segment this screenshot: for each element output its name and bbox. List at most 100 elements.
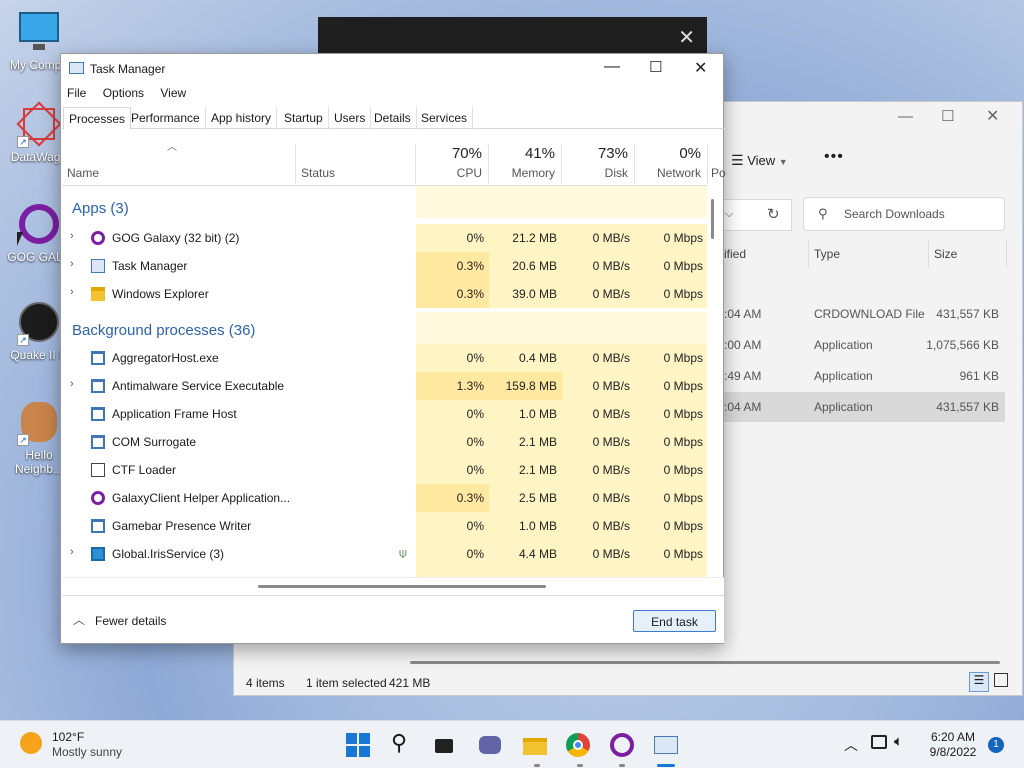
view-menu-button[interactable]: ☰ View ▼ [731,152,788,169]
table-row[interactable]: COM Surrogate 0% 2.1 MB 0 MB/s 0 Mbps [62,428,707,456]
file-row[interactable]: :04 AM CRDOWNLOAD File 431,557 KB [722,299,1005,329]
menu-options[interactable]: Options [103,86,144,100]
table-row[interactable]: › Windows Explorer 0.3% 39.0 MB 0 MB/s 0… [62,280,707,308]
chevron-right-icon[interactable]: › [70,258,74,270]
menu-view[interactable]: View [160,86,186,100]
chevron-right-icon[interactable]: › [70,546,74,558]
gog-galaxy-icon[interactable] [610,733,634,757]
window-app-icon [91,519,105,533]
horizontal-scrollbar[interactable] [62,577,724,595]
close-icon[interactable]: ✕ [986,106,999,126]
table-row[interactable]: › Global.IrisService (3) ⍦ 0% 4.4 MB 0 M… [62,540,707,568]
column-header-name[interactable]: Name [67,166,99,180]
column-header-status[interactable]: Status [301,166,335,180]
column-header-cpu[interactable]: CPU [416,166,482,180]
selection-count: 1 item selected [306,676,387,690]
end-task-button[interactable]: End task [633,610,716,632]
clock[interactable]: 6:20 AM 9/8/2022 [918,730,988,760]
task-view-icon[interactable] [433,733,457,757]
tab-app-history[interactable]: App history [206,107,278,129]
table-row[interactable]: › Task Manager 0.3% 20.6 MB 0 MB/s 0 Mbp… [62,252,707,280]
chevron-up-icon[interactable]: ︿ [844,735,858,755]
table-row[interactable]: AggregatorHost.exe 0% 0.4 MB 0 MB/s 0 Mb… [62,344,707,372]
volume-icon[interactable]: 🔈︎ [894,733,903,750]
gog-galaxy-icon [17,204,61,248]
task-manager-icon [69,62,84,74]
cpu-total: 70% [451,145,482,162]
column-header-network[interactable]: Network [635,166,701,180]
weather-condition: Mostly sunny [52,745,123,759]
file-row[interactable]: :49 AM Application 961 KB [722,361,1005,391]
tab-users[interactable]: Users [329,107,372,129]
chevron-right-icon[interactable]: › [70,230,74,242]
folder-icon [91,287,105,301]
chat-icon[interactable] [478,733,502,757]
chevron-right-icon[interactable]: › [70,286,74,298]
clock-date: 9/8/2022 [929,745,977,759]
tab-processes[interactable]: Processes [63,107,132,130]
window-title: Task Manager [90,62,166,76]
column-header-memory[interactable]: Memory [489,166,555,180]
monitor-icon [17,12,61,56]
chrome-icon[interactable] [566,733,590,757]
vertical-scrollbar[interactable] [711,199,714,239]
table-row[interactable]: › GOG Galaxy (32 bit) (2) 0% 21.2 MB 0 M… [62,224,707,252]
clock-time: 6:20 AM [930,730,976,744]
column-header-modified[interactable]: ified [724,247,746,261]
minimize-icon[interactable]: — [898,108,913,125]
menu-bar: File Options View [67,86,199,100]
minimize-icon[interactable]: — [604,58,620,76]
maximize-icon[interactable]: ☐ [941,107,954,125]
taskbar: 102°F Mostly sunny ⚲ ︿ 🔈︎ 6:20 AM 9/8/20… [0,720,1024,768]
search-icon[interactable]: ⚲ [391,730,415,755]
weather-temp: 102°F [52,730,85,744]
start-windows-icon[interactable] [346,733,370,757]
memory-total: 41% [524,145,555,162]
tab-details[interactable]: Details [369,107,417,129]
close-icon[interactable]: ✕ [694,58,707,78]
notification-badge[interactable]: 1 [988,737,1004,753]
window-app-icon [91,407,105,421]
file-explorer-icon[interactable] [523,733,547,757]
table-row[interactable]: CTF Loader 0% 2.1 MB 0 MB/s 0 Mbps [62,456,707,484]
process-list: Apps (3) › GOG Galaxy (32 bit) (2) 0% 21… [62,186,707,577]
sort-ascending-icon[interactable]: ︿ [167,138,177,153]
fewer-details-button[interactable]: Fewer details [95,614,166,628]
table-row[interactable]: GalaxyClient Helper Application... 0.3% … [62,484,707,512]
ctf-loader-icon [91,463,105,477]
table-row[interactable]: Gamebar Presence Writer 0% 1.0 MB 0 MB/s… [62,512,707,540]
tab-services[interactable]: Services [416,107,474,129]
address-bar[interactable]: ⌵ ↻ [722,199,792,231]
file-row[interactable]: :00 AM Application 1,075,566 KB [722,330,1005,360]
tab-performance[interactable]: Performance [126,107,206,129]
menu-file[interactable]: File [67,86,86,100]
tab-startup[interactable]: Startup [279,107,329,129]
horizontal-scrollbar[interactable] [410,661,1000,664]
column-header-type[interactable]: Type [814,247,840,261]
more-options-icon[interactable]: ••• [824,148,844,166]
details-view-icon[interactable]: ☰ [969,672,989,692]
table-row[interactable]: › Antimalware Service Executable 1.3% 15… [62,372,707,400]
quake-icon: ↗ [17,302,61,346]
tiles-view-icon[interactable] [994,673,1008,687]
chevron-down-icon: ⌵ [725,208,734,220]
footer-bar: ︿ Fewer details End task [62,595,724,643]
task-manager-icon[interactable] [654,733,678,757]
selection-size: 421 MB [389,676,431,690]
chevron-right-icon[interactable]: › [70,378,74,390]
close-icon[interactable]: ✕ [678,25,695,50]
column-header-power[interactable]: Po [711,166,726,180]
refresh-icon[interactable]: ↻ [767,205,780,223]
maximize-icon[interactable]: ☐ [649,58,662,76]
table-row[interactable] [62,568,707,577]
mouse-cursor [17,232,23,246]
network-icon[interactable] [871,735,887,749]
search-input[interactable]: ⚲ Search Downloads [803,197,1005,231]
column-header-disk[interactable]: Disk [562,166,628,180]
column-header-size[interactable]: Size [934,247,957,261]
file-row-selected[interactable]: :04 AM Application 431,557 KB [722,392,1005,422]
group-header-background: Background processes (36) [62,312,707,344]
view-lines-icon: ☰ [731,152,744,168]
chevron-up-icon[interactable]: ︿ [73,611,85,628]
table-row[interactable]: Application Frame Host 0% 1.0 MB 0 MB/s … [62,400,707,428]
